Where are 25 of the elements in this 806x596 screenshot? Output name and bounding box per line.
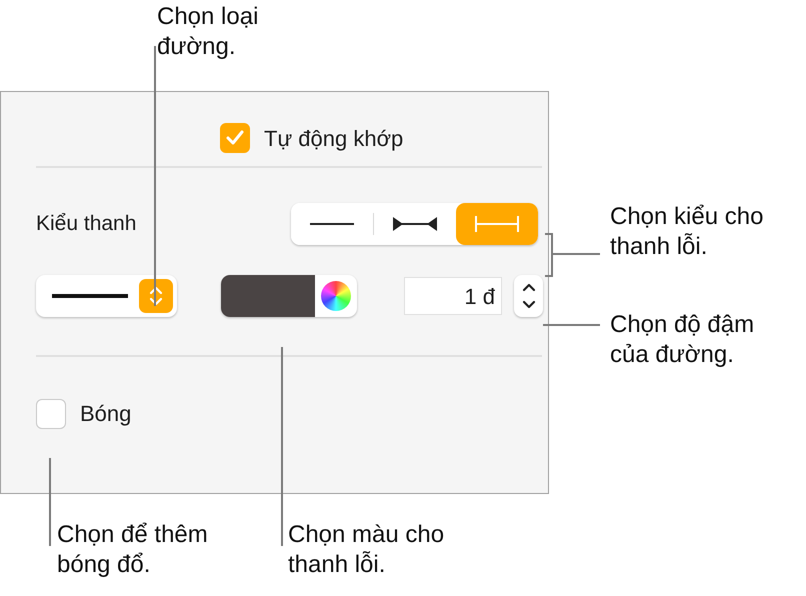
weight-stepper[interactable] — [514, 275, 543, 317]
bracket — [545, 233, 553, 277]
callout-text: Chọn độ đậm của đường. — [610, 310, 754, 370]
stepper-arrows-icon — [139, 279, 173, 313]
capped-line-icon — [474, 216, 519, 232]
weight-field[interactable]: 1 đ — [404, 277, 502, 315]
leader-line — [553, 253, 600, 255]
color-well[interactable] — [221, 275, 357, 317]
bar-style-segment[interactable] — [374, 203, 456, 245]
line-style-popup[interactable] — [36, 275, 177, 317]
callout-text: Chọn để thêm bóng đổ. — [57, 520, 208, 580]
inward-arrows-icon — [392, 217, 437, 231]
callout-text: Chọn kiểu cho thanh lỗi. — [610, 202, 764, 262]
bar-style-segment[interactable] — [291, 203, 374, 245]
bar-style-label: Kiểu thanh — [36, 211, 136, 238]
auto-fit-label: Tự động khớp — [264, 124, 404, 153]
checkbox[interactable] — [220, 123, 250, 153]
callout-text: Chọn màu cho thanh lỗi. — [288, 520, 444, 580]
shadow-label: Bóng — [80, 400, 132, 428]
leader-line — [543, 324, 600, 326]
color-wheel-icon — [321, 281, 351, 311]
checkbox[interactable] — [36, 398, 66, 428]
line-icon — [310, 222, 354, 226]
checkmark-icon — [226, 130, 244, 146]
callout-text: Chọn loại đường. — [157, 2, 258, 62]
